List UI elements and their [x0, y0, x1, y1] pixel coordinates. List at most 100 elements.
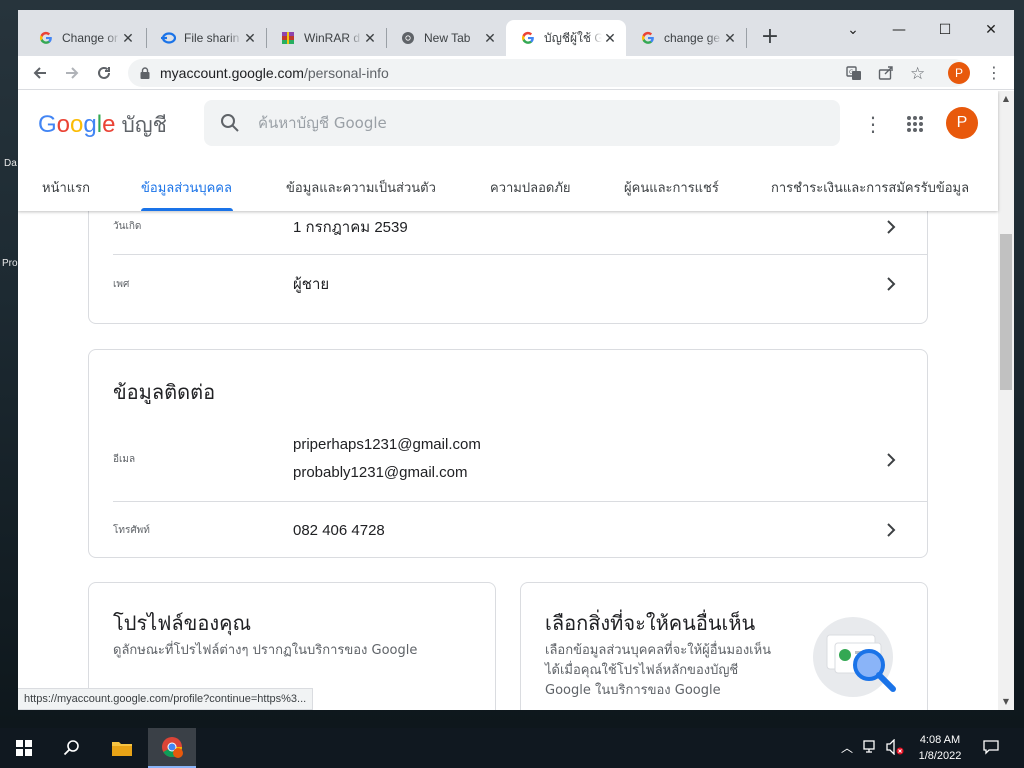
browser-tab[interactable]: change ge ✕	[626, 20, 746, 56]
back-button[interactable]	[28, 61, 52, 85]
chrome-taskbar-button[interactable]	[148, 728, 196, 768]
minimize-button[interactable]: —	[876, 16, 922, 44]
tab-security[interactable]: ความปลอดภัย	[490, 165, 571, 211]
chevron-right-icon	[883, 522, 899, 538]
winrar-icon	[280, 30, 296, 46]
desktop-label[interactable]: Da	[4, 158, 17, 169]
visibility-card-line: ได้เมื่อคุณใช้โปรไฟล์หลักของบัญชี	[545, 663, 739, 678]
close-icon[interactable]: ✕	[722, 30, 738, 46]
google-icon	[520, 30, 536, 46]
address-bar[interactable]: myaccount.google.com/personal-info G ☆	[128, 59, 968, 87]
gender-value: ผู้ชาย	[293, 276, 330, 293]
browser-tab[interactable]: File sharin ✕	[146, 20, 266, 56]
profile-avatar[interactable]: P	[948, 62, 970, 84]
browser-tab[interactable]: Change or ✕	[24, 20, 144, 56]
back-arrow-icon	[33, 67, 46, 79]
account-nav: หน้าแรก ข้อมูลส่วนบุคคล ข้อมูลและความเป็…	[18, 165, 998, 211]
maximize-button[interactable]: ☐	[922, 16, 968, 44]
forward-arrow-icon	[66, 67, 79, 79]
birthday-label: วันเกิด	[113, 221, 142, 232]
page-content: Google บัญชี ค้นหาบัญชี Google ⋮ P หน้าแ…	[18, 91, 1014, 710]
basic-info-card: วันเกิด 1 กรกฎาคม 2539 เพศ ผู้ชาย	[88, 199, 928, 324]
active-tab-indicator	[141, 208, 233, 211]
phone-value: 082 406 4728	[293, 521, 385, 539]
reload-button[interactable]	[92, 61, 116, 85]
search-button[interactable]	[48, 728, 96, 768]
chrome-icon	[162, 737, 183, 758]
network-icon[interactable]	[862, 738, 880, 756]
visibility-card-title: เลือกสิ่งที่จะให้คนอื่นเห็น	[545, 611, 756, 635]
chevron-up-icon[interactable]: ︿	[838, 738, 856, 756]
email-secondary: probably1231@gmail.com	[293, 464, 468, 481]
page-scrollbar[interactable]: ▲ ▼	[998, 91, 1014, 710]
search-placeholder: ค้นหาบัญชี Google	[258, 114, 387, 132]
forward-button[interactable]	[60, 61, 84, 85]
close-icon[interactable]: ✕	[242, 30, 258, 46]
start-button[interactable]	[0, 728, 48, 768]
tab-title: File sharin	[184, 31, 240, 45]
search-icon	[220, 113, 240, 133]
tab-strip: Change or ✕ File sharin ✕ WinRAR d ✕ New…	[18, 10, 1014, 57]
close-window-button[interactable]: ✕	[968, 16, 1014, 44]
visibility-card-line: Google ในบริการของ Google	[545, 683, 721, 698]
lock-icon[interactable]	[140, 67, 150, 79]
scroll-thumb[interactable]	[1000, 234, 1012, 390]
phone-row[interactable]: โทรศัพท์ 082 406 4728	[113, 502, 927, 558]
tab-data-privacy[interactable]: ข้อมูลและความเป็นส่วนตัว	[286, 165, 436, 211]
browser-toolbar: myaccount.google.com/personal-info G ☆ P…	[18, 56, 1014, 90]
tab-title: New Tab	[424, 31, 471, 45]
notification-icon[interactable]	[982, 738, 1000, 756]
bookmark-star-icon[interactable]: ☆	[910, 64, 925, 84]
tab-personal-info[interactable]: ข้อมูลส่วนบุคคล	[141, 165, 232, 211]
close-icon[interactable]: ✕	[120, 30, 136, 46]
browser-tab[interactable]: WinRAR d ✕	[266, 20, 386, 56]
windows-taskbar: ︿ 4:08 AM 1/8/2022	[0, 728, 1024, 768]
visibility-card-line: เลือกข้อมูลส่วนบุคคลที่จะให้ผู้อื่นมองเห…	[545, 643, 772, 658]
close-icon[interactable]: ✕	[602, 30, 618, 46]
close-icon[interactable]: ✕	[362, 30, 378, 46]
file-share-icon	[160, 30, 176, 46]
email-row[interactable]: อีเมล priperhaps1231@gmail.com probably1…	[113, 418, 927, 502]
visibility-card[interactable]: เลือกสิ่งที่จะให้คนอื่นเห็น เลือกข้อมูลส…	[520, 582, 928, 710]
browser-menu-button[interactable]: ⋮	[982, 61, 1006, 85]
gender-row[interactable]: เพศ ผู้ชาย	[113, 256, 927, 312]
file-explorer-button[interactable]	[98, 728, 146, 768]
phone-label: โทรศัพท์	[113, 524, 150, 536]
account-avatar[interactable]: P	[946, 107, 978, 139]
tab-title: change ge	[664, 31, 721, 45]
tab-payments[interactable]: การชำระเงินและการสมัครรับข้อมูล	[771, 165, 969, 211]
browser-tab[interactable]: New Tab ✕	[386, 20, 506, 56]
tab-home[interactable]: หน้าแรก	[42, 165, 90, 211]
new-tab-button[interactable]: +	[758, 26, 782, 50]
scroll-down-icon[interactable]: ▼	[998, 694, 1014, 710]
tab-people-sharing[interactable]: ผู้คนและการแชร์	[624, 165, 719, 211]
scroll-up-icon[interactable]: ▲	[998, 91, 1014, 107]
logo-letter: o	[56, 111, 71, 138]
main-content: วันเกิด 1 กรกฎาคม 2539 เพศ ผู้ชาย ข้อมูล…	[18, 199, 998, 710]
translate-icon[interactable]: G	[846, 65, 862, 81]
account-search-input[interactable]: ค้นหาบัญชี Google	[204, 100, 840, 146]
search-icon	[63, 740, 79, 756]
logo-letter: G	[38, 111, 57, 138]
desktop-label[interactable]: Pro	[2, 258, 18, 269]
url-path: /personal-info	[303, 65, 389, 81]
system-clock[interactable]: 4:08 AM 1/8/2022	[910, 732, 970, 764]
share-icon[interactable]	[878, 65, 894, 81]
url-host: myaccount.google.com	[160, 65, 304, 81]
logo-letter: g	[83, 111, 97, 138]
tab-search-button[interactable]: ⌄	[830, 16, 876, 44]
tab-title: Change or	[62, 31, 119, 45]
google-account-header: Google บัญชี ค้นหาบัญชี Google ⋮ P หน้าแ…	[18, 91, 998, 211]
google-account-logo[interactable]: Google บัญชี	[38, 109, 167, 142]
contact-title: ข้อมูลติดต่อ	[113, 380, 216, 404]
browser-window: Change or ✕ File sharin ✕ WinRAR d ✕ New…	[18, 10, 1014, 710]
close-icon[interactable]: ✕	[482, 30, 498, 46]
email-label: อีเมล	[113, 454, 136, 465]
gender-label: เพศ	[113, 278, 130, 290]
volume-muted-icon[interactable]	[886, 738, 904, 756]
browser-tab-active[interactable]: บัญชีผู้ใช้ G ✕	[506, 20, 626, 56]
more-options-button[interactable]: ⋮	[860, 111, 886, 137]
apps-button[interactable]	[902, 111, 928, 137]
profile-card-subtitle: ดูลักษณะที่โปรไฟล์ต่างๆ ปรากฏในบริการของ…	[113, 643, 418, 658]
apps-grid-icon	[907, 116, 923, 132]
